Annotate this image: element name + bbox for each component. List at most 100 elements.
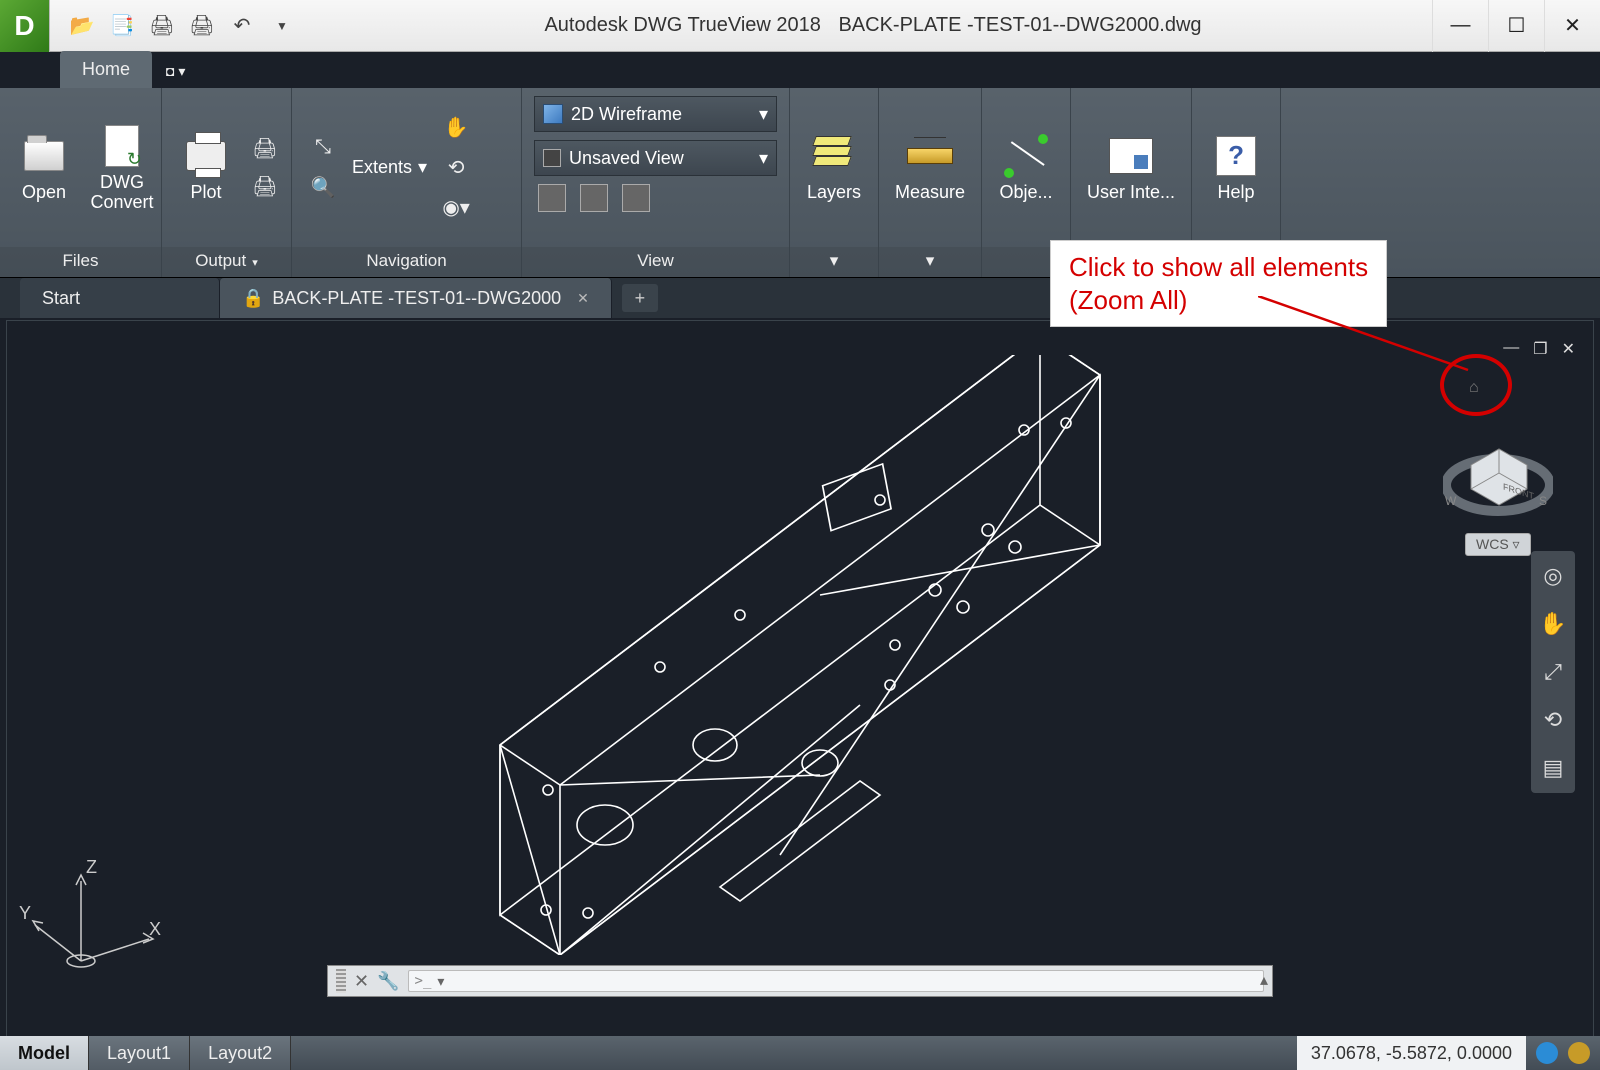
view-frame-icon — [543, 149, 561, 167]
steering-wheel-icon[interactable]: ◉▾ — [441, 193, 471, 223]
layout-tab-layout1[interactable]: Layout1 — [89, 1036, 190, 1070]
panel-navigation: ⤡ 🔍 Extents ▾ ✋ ⟲ ◉▾ Navigation — [292, 88, 522, 277]
status-tray — [1526, 1036, 1600, 1070]
vp-restore-icon[interactable]: ❐ — [1533, 339, 1547, 359]
dwg-convert-button[interactable]: DWG Convert — [88, 103, 156, 233]
tab-document-active[interactable]: 🔒 BACK-PLATE -TEST-01--DWG2000 ✕ — [220, 278, 612, 318]
svg-text:W: W — [1445, 494, 1457, 508]
close-button[interactable]: ✕ — [1544, 0, 1600, 52]
panel-expand-layers[interactable]: ▾ — [790, 247, 878, 277]
command-line[interactable]: ✕ 🔧 ▾ ▴ — [327, 965, 1273, 997]
saved-view-combo[interactable]: Unsaved View ▾ — [534, 140, 777, 176]
viewport-window-controls: — ❐ ✕ — [1503, 339, 1575, 359]
panel-output: Plot 🖨 🖨 Output — [162, 88, 292, 277]
viewport-config-icon[interactable] — [580, 184, 608, 212]
nav-steering-wheel-icon[interactable]: ◎ — [1538, 561, 1568, 591]
panel-label-output[interactable]: Output — [162, 247, 291, 277]
cmd-close-icon[interactable]: ✕ — [354, 971, 369, 992]
layers-icon — [812, 136, 856, 176]
panel-layers: Layers ▾ — [790, 88, 879, 277]
layout-tab-model[interactable]: Model — [0, 1036, 89, 1070]
ucs-z-label: Z — [86, 857, 97, 878]
zoom-extents-tool-icon[interactable]: ⤡ — [308, 133, 338, 163]
annotation-circle — [1440, 354, 1512, 416]
undo-qat-icon[interactable]: ↶ — [228, 12, 256, 40]
plot-preview-icon[interactable]: 🖨 — [250, 172, 280, 202]
tab-home[interactable]: Home — [60, 51, 152, 88]
title-bar: D 📂 📑 🖨 🖨 ↶ ▼ Autodesk DWG TrueView 2018… — [0, 0, 1600, 52]
panel-label-navigation: Navigation — [292, 247, 521, 277]
command-input[interactable]: ▾ — [408, 970, 1264, 992]
help-button[interactable]: ? Help — [1202, 103, 1270, 233]
app-logo-icon[interactable]: D — [0, 0, 50, 52]
save-qat-icon[interactable]: 📑 — [108, 12, 136, 40]
plot-button[interactable]: Plot — [172, 103, 240, 233]
nav-zoom-icon[interactable]: ⤢ — [1538, 657, 1568, 687]
named-views-icon[interactable] — [622, 184, 650, 212]
print-qat-icon[interactable]: 🖨 — [148, 12, 176, 40]
svg-text:S: S — [1539, 494, 1547, 508]
layout-tab-layout2[interactable]: Layout2 — [190, 1036, 291, 1070]
panel-label-view: View — [522, 247, 789, 277]
drawing-viewport[interactable]: — ❐ ✕ — [6, 320, 1594, 1038]
file-name: BACK-PLATE -TEST-01--DWG2000.dwg — [838, 14, 1201, 36]
help-icon: ? — [1216, 136, 1256, 176]
open-button[interactable]: Open — [10, 103, 78, 233]
annotation-callout: Click to show all elements (Zoom All) — [1050, 240, 1387, 327]
user-interface-button[interactable]: User Inte... — [1081, 103, 1181, 233]
panel-files: Open DWG Convert Files — [0, 88, 162, 277]
pan-icon[interactable]: ✋ — [441, 113, 471, 143]
visual-style-combo[interactable]: 2D Wireframe ▾ — [534, 96, 777, 132]
printer-icon — [186, 141, 226, 171]
extents-dropdown[interactable]: Extents ▾ — [352, 157, 427, 178]
vp-close-icon[interactable]: ✕ — [1562, 339, 1575, 359]
window-title: Autodesk DWG TrueView 2018 BACK-PLATE -T… — [314, 14, 1432, 37]
qat-dropdown-icon[interactable]: ▼ — [268, 12, 296, 40]
page-setup-icon[interactable]: 🖨 — [250, 134, 280, 164]
panel-measure: Measure ▾ — [879, 88, 982, 277]
cmd-history-icon[interactable]: ▴ — [1260, 970, 1268, 990]
view-manager-icon[interactable] — [538, 184, 566, 212]
minimize-button[interactable]: — — [1432, 0, 1488, 52]
panel-expand-measure[interactable]: ▾ — [879, 247, 981, 277]
cmd-grip-icon[interactable] — [336, 969, 346, 993]
chevron-down-icon: ▾ — [759, 148, 768, 169]
layers-button[interactable]: Layers — [800, 103, 868, 233]
new-tab-button[interactable]: + — [622, 284, 658, 312]
nav-pan-icon[interactable]: ✋ — [1538, 609, 1568, 639]
object-snap-icon — [1006, 136, 1046, 176]
nav-orbit-icon[interactable]: ⟲ — [1538, 705, 1568, 735]
orbit-icon[interactable]: ⟲ — [441, 153, 471, 183]
vp-minimize-icon[interactable]: — — [1503, 339, 1519, 359]
lock-icon: 🔒 — [242, 288, 264, 309]
cmd-wrench-icon[interactable]: 🔧 — [377, 971, 399, 992]
app-name: Autodesk DWG TrueView 2018 — [544, 14, 820, 36]
ribbon-tab-strip: Home ◘ ▾ — [0, 52, 1600, 88]
coordinates-readout: 37.0678, -5.5872, 0.0000 — [1297, 1036, 1526, 1070]
navigation-bar: ◎ ✋ ⤢ ⟲ ▤ — [1531, 551, 1575, 793]
tray-icon-1[interactable] — [1536, 1042, 1558, 1064]
visual-style-icon — [543, 104, 563, 124]
ucs-x-label: X — [149, 919, 161, 940]
measure-button[interactable]: Measure — [889, 103, 971, 233]
ui-icon — [1109, 138, 1153, 174]
panel-label-files: Files — [0, 247, 161, 277]
batch-print-qat-icon[interactable]: 🖨 — [188, 12, 216, 40]
ucs-y-label: Y — [19, 903, 31, 924]
chevron-down-icon: ▾ — [759, 104, 768, 125]
ribbon-minimize-icon[interactable]: ◘ ▾ — [152, 55, 199, 88]
viewcube-wcs-dropdown[interactable]: WCS ▿ — [1465, 533, 1531, 556]
object-snap-button[interactable]: Obje... — [992, 103, 1060, 233]
open-qat-icon[interactable]: 📂 — [68, 12, 96, 40]
doc-convert-icon — [105, 125, 139, 167]
wireframe-model — [440, 355, 1160, 955]
close-tab-icon[interactable]: ✕ — [577, 290, 589, 307]
panel-view: 2D Wireframe ▾ Unsaved View ▾ View — [522, 88, 790, 277]
status-bar: Model Layout1 Layout2 37.0678, -5.5872, … — [0, 1036, 1600, 1070]
maximize-button[interactable]: ☐ — [1488, 0, 1544, 52]
nav-showmotion-icon[interactable]: ▤ — [1538, 753, 1568, 783]
tray-icon-2[interactable] — [1568, 1042, 1590, 1064]
folder-icon — [24, 141, 64, 171]
tab-start[interactable]: Start — [20, 278, 220, 318]
zoom-window-tool-icon[interactable]: 🔍 — [308, 173, 338, 203]
